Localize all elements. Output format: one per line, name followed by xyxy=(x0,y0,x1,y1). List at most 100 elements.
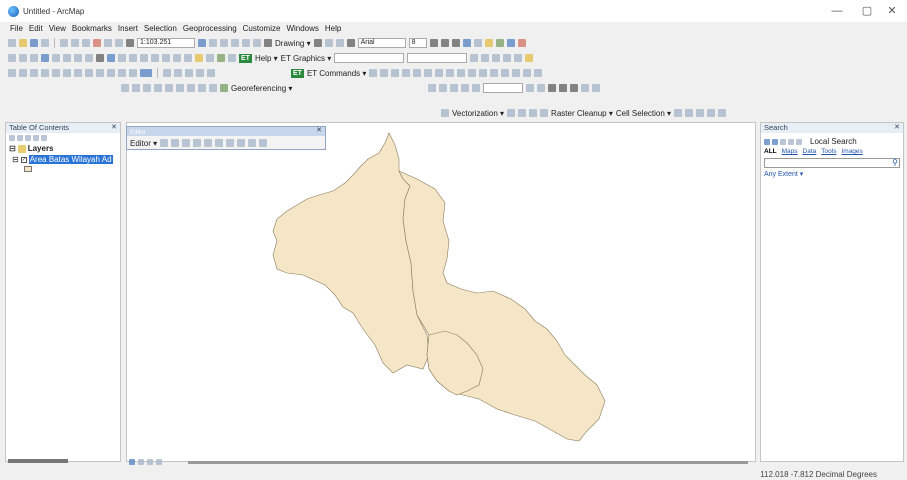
layer-tool-2-icon[interactable] xyxy=(481,54,490,62)
edit-tool-f-icon[interactable] xyxy=(215,139,224,147)
select-features-icon[interactable] xyxy=(96,54,104,62)
edit-tool-d-icon[interactable] xyxy=(193,139,202,147)
menu-selection[interactable]: Selection xyxy=(144,24,177,33)
tool-g-icon[interactable] xyxy=(74,69,82,77)
text-icon[interactable] xyxy=(346,39,355,47)
font-combo[interactable]: Arial xyxy=(357,38,406,48)
vectorize-v2-icon[interactable] xyxy=(559,84,568,92)
edit-tool-a-icon[interactable] xyxy=(160,139,169,147)
raster-combo[interactable] xyxy=(483,83,524,93)
underline-icon[interactable] xyxy=(451,39,460,47)
arcscan-tool-4-icon[interactable] xyxy=(540,109,549,117)
layer-symbol-swatch[interactable] xyxy=(24,166,32,172)
create-viewer-icon[interactable] xyxy=(206,54,214,62)
magnifier-icon[interactable]: ⚲ xyxy=(892,158,898,167)
python-icon[interactable] xyxy=(253,39,261,47)
edit-tool-g-icon[interactable] xyxy=(226,139,235,147)
search-options-icon[interactable] xyxy=(788,138,794,145)
tab-all[interactable]: ALL xyxy=(764,148,777,155)
layer-row[interactable]: ⊟ ✓ Area Batas Wilayah Ad xyxy=(6,154,120,165)
menu-edit[interactable]: Edit xyxy=(29,24,43,33)
editor-window-header[interactable]: Editor ✕ xyxy=(127,127,325,136)
arcscan-tool-1-icon[interactable] xyxy=(507,109,516,117)
save-icon[interactable] xyxy=(30,39,38,47)
model-builder-icon[interactable] xyxy=(264,39,272,47)
font-size-combo[interactable]: 8 xyxy=(408,38,427,48)
vectorize-v1-icon[interactable] xyxy=(548,84,557,92)
map-horizontal-scrollbar[interactable] xyxy=(188,461,748,464)
layer-tool-6-icon[interactable] xyxy=(525,54,534,62)
et-tool-14-icon[interactable] xyxy=(512,69,521,77)
fixed-zoom-in-icon[interactable] xyxy=(52,54,60,62)
delete-icon[interactable] xyxy=(93,39,101,47)
raster-tool-7-icon[interactable] xyxy=(537,84,546,92)
et-tool-13-icon[interactable] xyxy=(501,69,510,77)
edit-tool-i-icon[interactable] xyxy=(248,139,257,147)
data-view-icon[interactable] xyxy=(129,459,135,465)
menu-windows[interactable]: Windows xyxy=(286,24,318,33)
zoom-in-icon[interactable] xyxy=(8,54,16,62)
georef-tool-6-icon[interactable] xyxy=(176,84,184,92)
list-by-source-icon[interactable] xyxy=(17,135,23,141)
copy-icon[interactable] xyxy=(71,39,79,47)
vectorization-menu[interactable]: Vectorization ▾ xyxy=(452,109,504,118)
tab-images[interactable]: Images xyxy=(841,148,862,155)
et-commands-menu[interactable]: ET Commands ▾ xyxy=(307,69,366,78)
zoom-out-icon[interactable] xyxy=(19,54,27,62)
tool-p-icon[interactable] xyxy=(196,69,204,77)
layer-combo[interactable] xyxy=(407,53,468,63)
shadow-icon[interactable] xyxy=(506,39,515,47)
select-elements-icon[interactable] xyxy=(313,39,322,47)
close-button[interactable]: ✕ xyxy=(877,0,907,22)
drawing-menu[interactable]: Drawing ▾ xyxy=(275,39,311,48)
any-extent-dropdown[interactable]: Any Extent ▾ xyxy=(761,170,903,178)
search-dropdown-icon[interactable] xyxy=(796,138,802,145)
sketch-icon[interactable] xyxy=(228,54,236,62)
forward-extent-icon[interactable] xyxy=(85,54,93,62)
tool-d-icon[interactable] xyxy=(41,69,49,77)
et-tool-8-icon[interactable] xyxy=(446,69,455,77)
list-by-selection-icon[interactable] xyxy=(33,135,39,141)
menu-file[interactable]: File xyxy=(10,24,23,33)
list-by-drawing-order-icon[interactable] xyxy=(9,135,15,141)
raster-tool-6-icon[interactable] xyxy=(526,84,535,92)
georef-tool-8-icon[interactable] xyxy=(198,84,206,92)
catalog-icon[interactable] xyxy=(220,39,228,47)
line-color-icon[interactable] xyxy=(484,39,493,47)
et-tool-11-icon[interactable] xyxy=(479,69,488,77)
et-tool-3-icon[interactable] xyxy=(391,69,400,77)
cell-tool-1-icon[interactable] xyxy=(674,109,683,117)
open-icon[interactable] xyxy=(19,39,27,47)
time-slider-icon[interactable] xyxy=(184,54,192,62)
map-view[interactable] xyxy=(126,122,756,462)
georef-tool-9-icon[interactable] xyxy=(209,84,217,92)
toc-icon[interactable] xyxy=(209,39,217,47)
raster-cleanup-menu[interactable]: Raster Cleanup ▾ xyxy=(551,109,613,118)
print-icon[interactable] xyxy=(41,39,49,47)
italic-icon[interactable] xyxy=(440,39,449,47)
editor-menu[interactable]: Editor ▾ xyxy=(130,139,157,148)
et-tool-6-icon[interactable] xyxy=(424,69,433,77)
menu-view[interactable]: View xyxy=(49,24,66,33)
raster-tool-9-icon[interactable] xyxy=(592,84,601,92)
arctoolbox-icon[interactable] xyxy=(242,39,250,47)
identify-icon[interactable] xyxy=(118,54,126,62)
refresh-icon[interactable] xyxy=(147,459,153,465)
et-tool-16-icon[interactable] xyxy=(534,69,543,77)
tool-h-icon[interactable] xyxy=(85,69,93,77)
tab-tools[interactable]: Tools xyxy=(821,148,836,155)
edit-tool-b-icon[interactable] xyxy=(171,139,180,147)
cell-tool-3-icon[interactable] xyxy=(696,109,705,117)
back-extent-icon[interactable] xyxy=(74,54,82,62)
cell-tool-4-icon[interactable] xyxy=(707,109,716,117)
georef-tool-1-icon[interactable] xyxy=(121,84,129,92)
tab-maps[interactable]: Maps xyxy=(782,148,798,155)
search-input[interactable]: ⚲ xyxy=(764,158,900,168)
arcscan-tool-3-icon[interactable] xyxy=(529,109,538,117)
tool-q-icon[interactable] xyxy=(207,69,215,77)
go-to-xy-icon[interactable] xyxy=(173,54,181,62)
full-extent-icon[interactable] xyxy=(41,54,49,62)
tool-c-icon[interactable] xyxy=(30,69,38,77)
tool-o-icon[interactable] xyxy=(185,69,193,77)
et-tool-12-icon[interactable] xyxy=(490,69,499,77)
